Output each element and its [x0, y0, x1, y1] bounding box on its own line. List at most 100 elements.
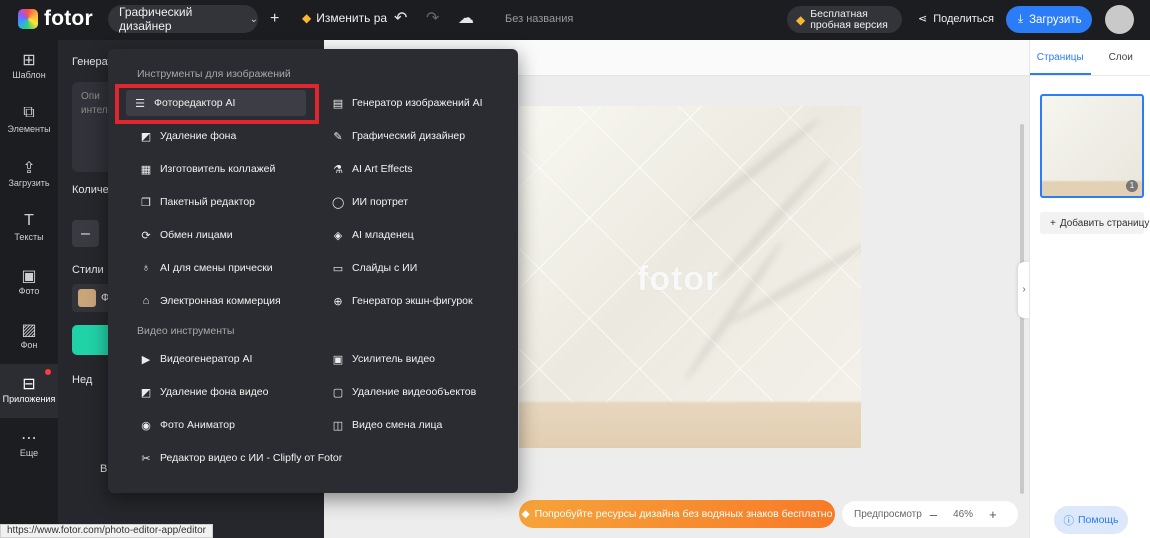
elements-icon: ⧉	[23, 104, 35, 121]
menu-item-collage-maker[interactable]: ▦ Изготовитель коллажей	[132, 156, 276, 182]
video-face-swap-icon: ◫	[332, 419, 344, 432]
menu-item-label: Электронная коммерция	[160, 295, 281, 307]
design-icon: ✎	[333, 130, 343, 143]
menu-item-video-background-remover[interactable]: ◩ Удаление фона видео	[132, 379, 269, 405]
menu-item-ai-slides[interactable]: ▭ Слайды с ИИ	[324, 255, 417, 281]
video-enhancer-icon: ▣	[332, 353, 344, 366]
menu-item-graphic-designer[interactable]: ✎ Графический дизайнер	[324, 123, 465, 149]
text-icon: T	[24, 212, 34, 229]
rail-item-background[interactable]: ▨ Фон	[0, 310, 58, 364]
template-icon: ⊞	[22, 52, 36, 69]
notification-dot	[45, 369, 51, 375]
mode-dropdown-button[interactable]: Графический дизайнер ⌄	[108, 5, 258, 33]
zoom-out-button[interactable]: –	[930, 507, 937, 522]
menu-item-video-enhancer[interactable]: ▣ Усилитель видео	[324, 346, 435, 372]
free-trial-button[interactable]: ◆ Бесплатная пробная версия	[787, 6, 902, 33]
fotor-watermark: fotor	[637, 260, 720, 298]
image-generator-icon: ▤	[332, 97, 344, 110]
menu-item-face-swap[interactable]: ⟳ Обмен лицами	[132, 222, 232, 248]
zoom-in-button[interactable]: +	[989, 507, 997, 522]
add-page-label: Добавить страницу	[1059, 217, 1150, 229]
rail-item-elements[interactable]: ⧉ Элементы	[0, 94, 58, 148]
shop-icon: ⌂	[142, 295, 150, 307]
help-icon: ⓘ	[1063, 514, 1074, 527]
document-title[interactable]: Без названия	[505, 13, 573, 25]
resize-label: Изменить ра	[316, 11, 388, 25]
diamond-icon: ◆	[521, 508, 530, 520]
plus-icon[interactable]: +	[270, 9, 279, 29]
rail-item-apps[interactable]: ⊟ Приложения	[0, 364, 58, 418]
promo-label: Попробуйте ресурсы дизайна без водяных з…	[534, 508, 833, 520]
menu-item-ai-video-generator[interactable]: ▶ Видеогенератор AI	[132, 346, 253, 372]
menu-item-ai-art-effects[interactable]: ⚗ AI Art Effects	[324, 156, 413, 182]
menu-item-hairstyle-ai[interactable]: ♁ AI для смены прически	[132, 255, 273, 281]
fotor-logo-mark	[18, 9, 38, 29]
menu-item-clipfly-video-editor[interactable]: ✂ Редактор видео с ИИ - Clipfly от Fotor	[132, 445, 342, 471]
rail-item-upload[interactable]: ⇪ Загрузить	[0, 148, 58, 202]
menu-item-label: Удаление фона	[160, 130, 237, 142]
rail-label: Приложения	[2, 394, 56, 404]
image-tools-title: Инструменты для изображений	[137, 68, 291, 80]
menu-item-photo-animator[interactable]: ◉ Фото Аниматор	[132, 412, 235, 438]
rail-item-texts[interactable]: T Тексты	[0, 202, 58, 256]
menu-item-ecommerce[interactable]: ⌂ Электронная коммерция	[132, 288, 281, 314]
help-label: Помощь	[1077, 514, 1119, 526]
cloud-upload-icon[interactable]: ☁	[458, 9, 474, 29]
rail-item-template[interactable]: ⊞ Шаблон	[0, 40, 58, 94]
menu-item-video-object-remover[interactable]: ▢ Удаление видеообъектов	[324, 379, 476, 405]
menu-item-ai-portrait[interactable]: ◯ ИИ портрет	[324, 189, 408, 215]
chevron-down-icon: ⌄	[249, 13, 258, 25]
diamond-icon: ◆	[796, 12, 806, 27]
redo-icon[interactable]: ↷	[426, 9, 439, 29]
tab-pages[interactable]: Страницы	[1030, 40, 1091, 75]
add-page-button[interactable]: + Добавить страницу	[1040, 212, 1149, 234]
help-button[interactable]: ⓘ Помощь	[1054, 506, 1128, 534]
fotor-logo[interactable]: fotor	[18, 7, 93, 31]
highlight-frame	[115, 84, 319, 124]
preview-button[interactable]: Предпросмотр	[854, 509, 922, 520]
download-button[interactable]: ⤓ Загрузить	[1006, 6, 1092, 33]
rail-item-more[interactable]: ⋯ Еще	[0, 418, 58, 472]
menu-item-video-face-swap[interactable]: ◫ Видео смена лица	[324, 412, 443, 438]
resize-button[interactable]: ◆ Изменить ра	[302, 11, 387, 25]
animator-icon: ◉	[141, 419, 151, 432]
menu-item-action-figure-generator[interactable]: ⊕ Генератор экшн-фигурок	[324, 288, 472, 314]
download-label: Загрузить	[1029, 13, 1082, 26]
video-bg-remove-icon: ◩	[140, 386, 152, 399]
hairstyle-icon: ♁	[141, 262, 151, 274]
recent-link[interactable]: Нед	[72, 374, 92, 386]
page-thumbnail[interactable]: 1	[1040, 94, 1144, 198]
share-button[interactable]: ⋖ Поделиться	[918, 12, 994, 26]
rail-label: Загрузить	[8, 178, 50, 188]
top-bar: fotor Графический дизайнер ⌄ + ◆ Изменит…	[0, 0, 1150, 40]
design-artboard[interactable]: fotor	[519, 106, 861, 448]
menu-item-label: Видео смена лица	[352, 419, 443, 431]
menu-item-label: Изготовитель коллажей	[160, 163, 276, 175]
mode-label: Графический дизайнер	[119, 5, 193, 33]
menu-item-label: AI Art Effects	[352, 163, 413, 175]
menu-item-label: Видеогенератор AI	[160, 353, 253, 365]
download-icon: ⤓	[1018, 13, 1024, 25]
menu-item-batch-editor[interactable]: ❐ Пакетный редактор	[132, 189, 255, 215]
plus-icon: +	[1050, 217, 1056, 229]
zoom-value[interactable]: 46%	[953, 509, 973, 520]
menu-item-label: AI для смены прически	[160, 262, 273, 274]
menu-item-background-remover[interactable]: ◩ Удаление фона	[132, 123, 237, 149]
rail-item-photo[interactable]: ▣ Фото	[0, 256, 58, 310]
pages-panel-tabs: Страницы Слои	[1030, 40, 1150, 76]
menu-item-label: Усилитель видео	[352, 353, 436, 365]
watermark-free-promo-button[interactable]: ◆ Попробуйте ресурсы дизайна без водяных…	[519, 500, 835, 528]
style-thumbnail	[78, 289, 96, 307]
baby-icon: ◈	[333, 229, 343, 242]
tab-layers[interactable]: Слои	[1091, 40, 1150, 75]
portrait-icon: ◯	[332, 196, 345, 209]
avatar[interactable]	[1105, 5, 1134, 34]
undo-icon[interactable]: ↶	[394, 9, 407, 29]
diamond-icon: ◆	[302, 11, 312, 25]
trial-text: Бесплатная пробная версия	[810, 7, 888, 31]
menu-item-ai-baby[interactable]: ◈ AI младенец	[324, 222, 414, 248]
count-minus-button[interactable]: –	[72, 220, 99, 247]
styles-label: Стили	[72, 264, 104, 276]
menu-item-ai-image-generator[interactable]: ▤ Генератор изображений AI	[324, 90, 483, 116]
trial-line1: Бесплатная	[810, 7, 868, 20]
